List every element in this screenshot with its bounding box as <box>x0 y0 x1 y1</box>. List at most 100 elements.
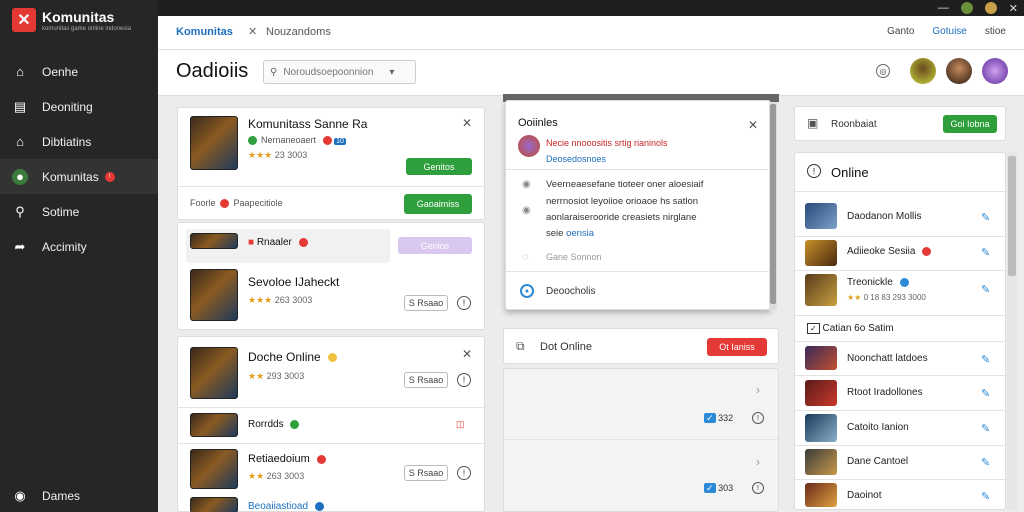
online-dot-icon <box>290 419 300 429</box>
game-title[interactable]: Doche Online <box>248 350 338 364</box>
info-icon[interactable]: ! <box>457 373 471 387</box>
section-header: ✓ Catian 6o Satim <box>807 323 894 334</box>
sidebar-item-community[interactable]: ● Komunitas ! <box>0 159 158 194</box>
game-title[interactable]: Sevoloe IJaheckt <box>248 275 339 289</box>
sidebar-item-store[interactable]: ⌂ Dibtiatins <box>0 124 158 159</box>
game-thumbnail[interactable] <box>805 483 837 507</box>
game-card-3: Doche Online ★★ 293 3003 ✕ S Rsaao ! Ror… <box>177 336 486 512</box>
radio-icon[interactable]: ◉ <box>522 179 531 190</box>
recommend-button[interactable]: Goi Iobna <box>943 115 997 133</box>
status-button[interactable]: S Rsaao <box>404 295 448 311</box>
sidebar-item-activity[interactable]: ➦ Accimity <box>0 229 158 264</box>
info-icon[interactable]: ! <box>752 412 764 424</box>
pending-button[interactable]: Genios <box>398 237 472 254</box>
sidebar-item-search[interactable]: ⚲ Sotime <box>0 194 158 229</box>
game-thumbnail[interactable] <box>805 449 837 475</box>
status-button[interactable]: S Rsaao <box>404 372 448 388</box>
game-thumbnail[interactable] <box>190 347 238 399</box>
game-thumbnail[interactable] <box>805 240 837 266</box>
divider <box>795 270 1007 271</box>
close-icon[interactable]: ✕ <box>748 118 758 132</box>
top-link-1[interactable]: Ganto <box>887 26 914 37</box>
chevron-down-icon[interactable]: ▾ <box>389 67 394 78</box>
edit-icon[interactable]: ✎ <box>981 246 990 259</box>
breadcrumb-current[interactable]: Nouzandoms <box>266 26 331 38</box>
join-button[interactable]: Genitos <box>406 158 472 175</box>
game-thumbnail[interactable] <box>190 497 238 512</box>
brand-subtitle: komunitas game online indonesia <box>42 25 132 32</box>
stars-text: ★★★ <box>248 295 273 305</box>
action-button[interactable]: Gaoaimiss <box>404 194 472 214</box>
game-thumbnail[interactable] <box>190 413 238 437</box>
popup-link[interactable]: oensia <box>566 228 594 239</box>
sidebar-bottom: ◉ Dames <box>0 478 158 512</box>
panel-scrollbar-thumb[interactable] <box>1008 156 1016 276</box>
minimize-icon[interactable]: — <box>938 2 949 14</box>
sidebar-item-label: Komunitas <box>42 169 99 184</box>
user-avatar-small-2[interactable] <box>984 2 997 14</box>
row-title[interactable]: Beoaiiastioad <box>248 501 324 512</box>
game-thumbnail[interactable] <box>190 269 238 321</box>
top-link-3[interactable]: stioe <box>985 26 1006 37</box>
user-avatar-small[interactable] <box>960 2 973 14</box>
edit-icon[interactable]: ✎ <box>981 353 990 366</box>
settings-icon[interactable]: ◎ <box>876 64 890 78</box>
avatar[interactable] <box>518 135 540 157</box>
avatar[interactable] <box>910 58 936 84</box>
edit-icon[interactable]: ✎ <box>981 211 990 224</box>
info-icon[interactable]: ! <box>457 296 471 310</box>
edit-icon[interactable]: ✎ <box>981 283 990 296</box>
list-item[interactable]: Daoinot <box>847 490 881 501</box>
list-item[interactable]: Daodanon Mollis <box>847 211 922 222</box>
footer-row: Foorle Paapecitiole <box>190 198 283 209</box>
chevron-right-icon[interactable]: › <box>756 455 760 469</box>
avatar[interactable] <box>946 58 972 84</box>
game-thumbnail[interactable] <box>805 203 837 229</box>
online-bar-button[interactable]: Ot Ianiss <box>707 338 767 356</box>
popup-line-2[interactable]: Deosedosnoes <box>546 154 606 164</box>
edit-icon[interactable]: ✎ <box>981 490 990 503</box>
brand[interactable]: ✕ Komunitas komunitas game online indone… <box>12 8 131 32</box>
game-thumbnail[interactable] <box>805 380 837 406</box>
edit-icon[interactable]: ✎ <box>981 456 990 469</box>
list-item[interactable]: Noonchatt latdoes <box>847 353 928 364</box>
store-icon: ⌂ <box>16 134 24 149</box>
breadcrumb-community[interactable]: Komunitas <box>176 26 233 38</box>
list-item[interactable]: Treonickle <box>847 277 909 288</box>
info-icon[interactable]: ! <box>457 466 471 480</box>
game-thumbnail[interactable] <box>805 346 837 370</box>
chevron-right-icon[interactable]: › <box>756 383 760 397</box>
close-icon[interactable]: ✕ <box>462 347 472 361</box>
game-thumbnail[interactable] <box>190 116 238 170</box>
list-item[interactable]: Dane Cantoel <box>847 456 908 467</box>
close-icon[interactable]: ✕ <box>462 116 472 130</box>
badge-icon[interactable]: ◫ <box>456 419 465 430</box>
sidebar-item-inbox[interactable]: ▤ Deoniting <box>0 89 158 124</box>
close-window-icon[interactable]: ✕ <box>1009 2 1018 15</box>
search-input[interactable] <box>283 66 384 78</box>
avatar[interactable] <box>982 58 1008 84</box>
popup-item-2[interactable]: Deoocholis <box>546 286 595 297</box>
list-item[interactable]: Adiieoke Sesiia <box>847 246 932 257</box>
info-icon[interactable]: ! <box>752 482 764 494</box>
radio-icon[interactable]: ◉ <box>522 205 531 216</box>
sidebar-item-games[interactable]: ◉ Dames <box>0 478 158 512</box>
stars-text: ★★ <box>248 471 265 481</box>
edit-icon[interactable]: ✎ <box>981 422 990 435</box>
red-dot-icon <box>316 454 326 464</box>
popup-item-1[interactable]: Gane Sonnon <box>546 252 602 262</box>
status-button[interactable]: S Rsaao <box>404 465 448 481</box>
search-box[interactable]: ⚲ ▾ <box>263 60 416 84</box>
checkbox-icon[interactable]: ✓ <box>807 323 820 334</box>
top-link-2[interactable]: Gotuise <box>932 26 966 37</box>
edit-icon[interactable]: ✎ <box>981 387 990 400</box>
game-thumbnail[interactable] <box>190 233 238 249</box>
list-item[interactable]: Catoito Ianion <box>847 422 909 433</box>
game-thumbnail[interactable] <box>805 274 837 306</box>
game-title[interactable]: Komunitass Sanne Ra <box>248 117 367 131</box>
list-item[interactable]: Rtoot Iradollones <box>847 387 923 398</box>
popup-scrollbar-thumb[interactable] <box>770 104 776 304</box>
sidebar-item-home[interactable]: ⌂ Oenhe <box>0 54 158 89</box>
game-thumbnail[interactable] <box>805 414 837 442</box>
game-thumbnail[interactable] <box>190 449 238 489</box>
